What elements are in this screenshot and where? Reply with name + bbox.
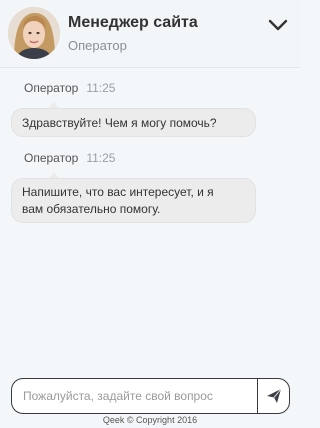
- message-text-line: вам обязательно помогу.: [22, 202, 161, 216]
- operator-avatar: [8, 7, 60, 59]
- message-composer: [11, 378, 290, 414]
- send-icon: [266, 388, 281, 403]
- message-time: 11:25: [86, 151, 116, 165]
- chat-header: Менеджер сайта Оператор: [0, 0, 300, 68]
- message-author: Оператор: [24, 81, 79, 95]
- chat-widget: Менеджер сайта Оператор Оператор 11:25 Зд…: [0, 0, 300, 428]
- message-meta: Оператор 11:25: [24, 151, 115, 165]
- chat-subtitle: Оператор: [68, 38, 127, 53]
- message-author: Оператор: [24, 151, 79, 165]
- collapse-button[interactable]: [264, 12, 292, 40]
- message-time: 11:25: [86, 81, 116, 95]
- message-meta: Оператор 11:25: [24, 81, 115, 95]
- chat-title: Менеджер сайта: [68, 14, 198, 31]
- chevron-down-icon: [268, 19, 288, 31]
- message-bubble: Напишите, что вас интересует, и я вам об…: [11, 178, 256, 223]
- message-input[interactable]: [13, 380, 256, 412]
- message-text: Здравствуйте! Чем я могу помочь?: [22, 116, 217, 130]
- message-bubble: Здравствуйте! Чем я могу помочь?: [11, 108, 256, 137]
- send-button[interactable]: [258, 379, 289, 413]
- copyright-text: Qeek © Copyright 2016: [102, 415, 198, 425]
- message-list: Оператор 11:25 Здравствуйте! Чем я могу п…: [0, 68, 300, 368]
- message-text-line: Напишите, что вас интересует, и я: [22, 185, 214, 199]
